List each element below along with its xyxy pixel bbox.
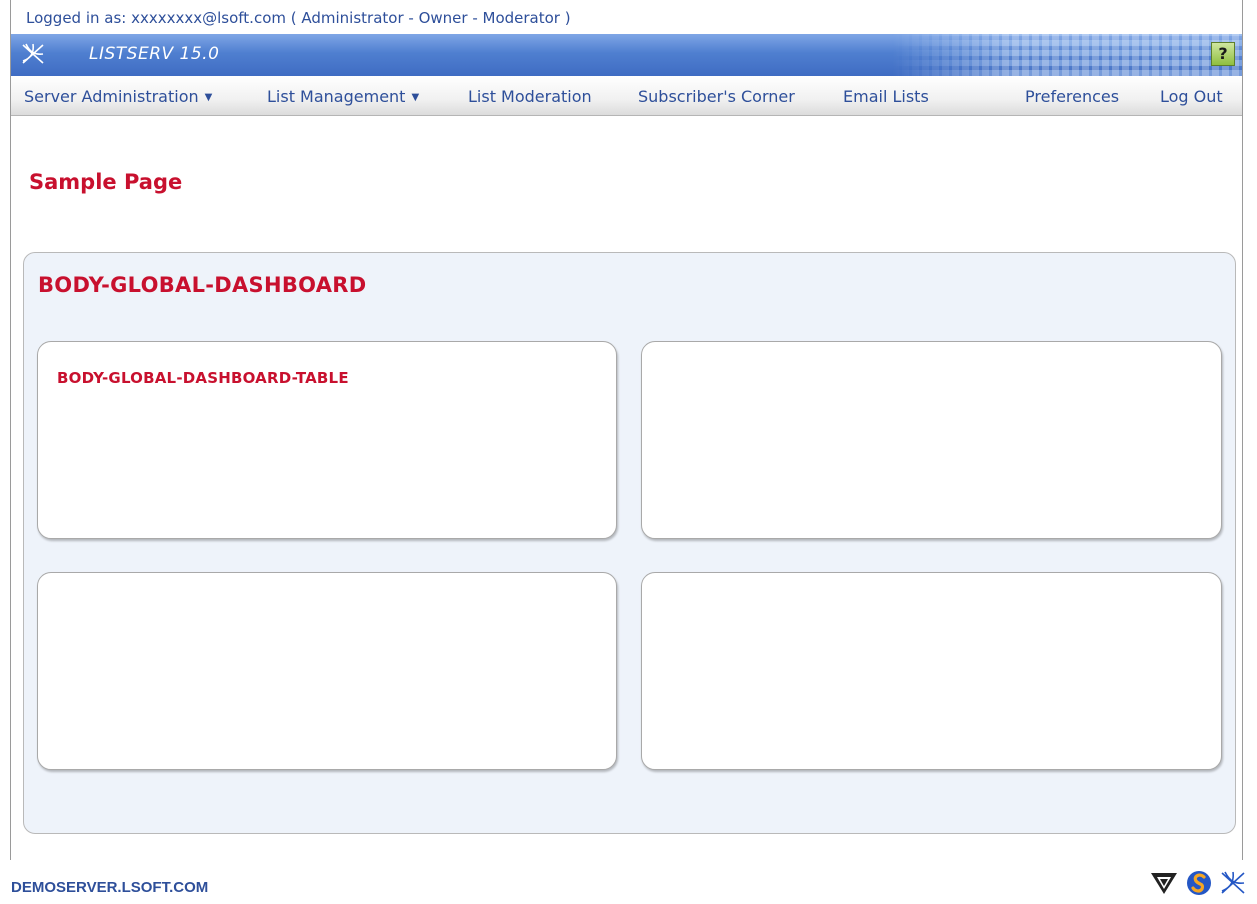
- dashboard-widget-top-right: [641, 341, 1222, 539]
- nav-log-out[interactable]: Log Out: [1160, 87, 1223, 106]
- app-name: LISTSERV 15.0: [89, 44, 220, 64]
- dropdown-caret-icon: ▼: [204, 92, 213, 103]
- banner-pattern: [892, 34, 1242, 76]
- server-name-link[interactable]: DEMOSERVER.LSOFT.COM: [11, 879, 208, 896]
- main-nav: Server Administration ▼ List Management ▼ …: [11, 76, 1242, 116]
- nav-email-lists[interactable]: Email Lists: [843, 87, 929, 106]
- widget-title: BODY-GLOBAL-DASHBOARD-TABLE: [57, 369, 349, 387]
- dashboard-widget-bottom-right: [641, 572, 1222, 770]
- title-banner: LISTSERV 15.0 ?: [11, 34, 1242, 76]
- page: Logged in as: xxxxxxxx@lsoft.com ( Admin…: [0, 0, 1257, 904]
- dashboard-widget-table: BODY-GLOBAL-DASHBOARD-TABLE: [37, 341, 617, 539]
- nav-label: Server Administration: [24, 87, 199, 106]
- nav-label: Subscriber's Corner: [638, 87, 795, 106]
- login-status: Logged in as: xxxxxxxx@lsoft.com ( Admin…: [26, 9, 571, 27]
- nav-label: Email Lists: [843, 87, 929, 106]
- page-title: Sample Page: [29, 170, 183, 194]
- nav-label: Log Out: [1160, 87, 1223, 106]
- footer-logos: [1149, 868, 1247, 898]
- nav-label: List Moderation: [468, 87, 592, 106]
- nav-list-moderation[interactable]: List Moderation: [468, 87, 592, 106]
- nav-server-administration[interactable]: Server Administration ▼: [24, 87, 212, 106]
- nav-subscribers-corner[interactable]: Subscriber's Corner: [638, 87, 795, 106]
- dashboard-panel: BODY-GLOBAL-DASHBOARD BODY-GLOBAL-DASHBO…: [23, 252, 1236, 834]
- dropdown-caret-icon: ▼: [411, 92, 420, 103]
- dashboard-widget-bottom-left: [37, 572, 617, 770]
- nav-list-management[interactable]: List Management ▼: [267, 87, 419, 106]
- listserv-star-icon: [22, 43, 44, 64]
- help-button[interactable]: ?: [1211, 42, 1235, 66]
- nav-label: List Management: [267, 87, 406, 106]
- nav-label: Preferences: [1025, 87, 1120, 106]
- dashboard-title: BODY-GLOBAL-DASHBOARD: [38, 273, 367, 297]
- nav-preferences[interactable]: Preferences: [1025, 87, 1119, 106]
- listserv-logo-icon: [1221, 871, 1245, 894]
- triangle-logo-icon: [1151, 873, 1177, 894]
- s-globe-logo-icon: [1187, 871, 1211, 895]
